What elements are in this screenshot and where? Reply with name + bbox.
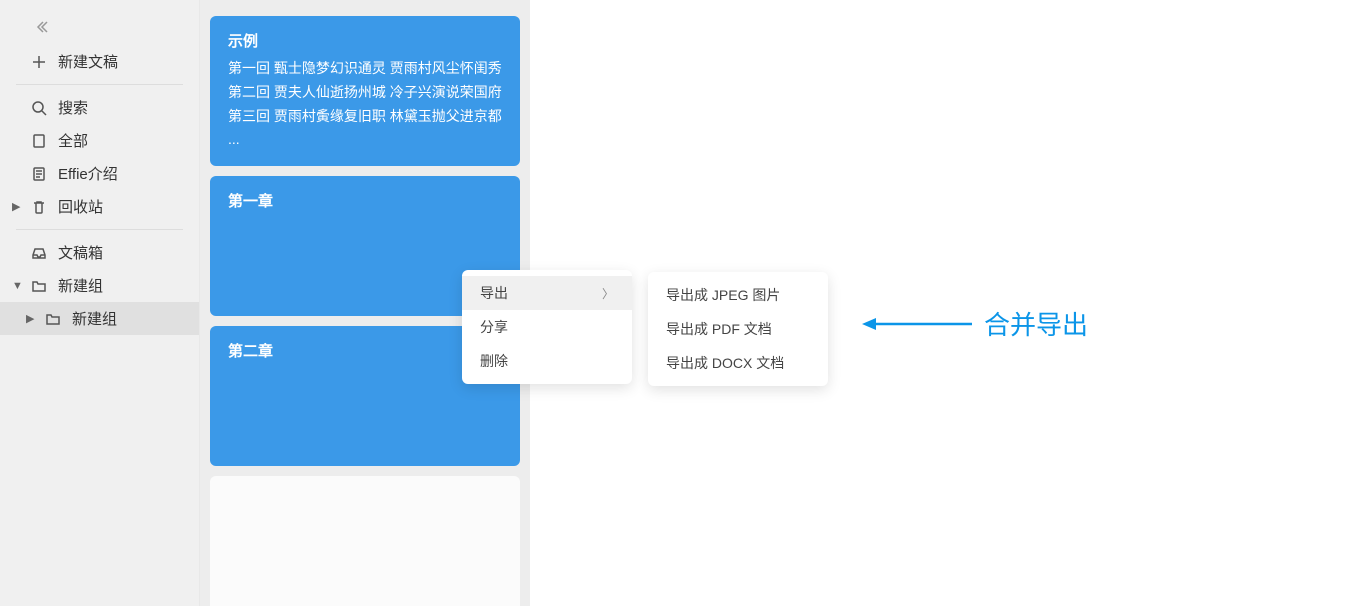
all-label: 全部 <box>58 130 88 151</box>
collapse-sidebar-icon[interactable] <box>0 20 199 45</box>
sidebar: 新建文稿 搜索 全部 Effie介绍 ▶ 回收站 文稿箱 ▼ 新建组 <box>0 0 200 606</box>
share-label: 分享 <box>480 317 508 337</box>
export-pdf-label: 导出成 PDF 文档 <box>666 319 772 339</box>
inbox-icon <box>30 244 48 262</box>
note-title: 示例 <box>228 30 502 51</box>
note-preview: 第一回 甄士隐梦幻识通灵 贾雨村风尘怀闺秀 第二回 贾夫人仙逝扬州城 冷子兴演说… <box>228 57 502 152</box>
trash-icon <box>30 198 48 216</box>
divider <box>16 84 183 85</box>
divider <box>16 229 183 230</box>
arrow-left-icon <box>862 314 972 334</box>
group-button[interactable]: ▼ 新建组 <box>0 269 199 302</box>
delete-label: 删除 <box>480 351 508 371</box>
subgroup-label: 新建组 <box>72 308 117 329</box>
export-label: 导出 <box>480 283 508 303</box>
group-label: 新建组 <box>58 275 103 296</box>
intro-label: Effie介绍 <box>58 163 118 184</box>
annotation: 合并导出 <box>862 305 1088 342</box>
note-card[interactable]: 示例 第一回 甄士隐梦幻识通灵 贾雨村风尘怀闺秀 第二回 贾夫人仙逝扬州城 冷子… <box>210 16 520 166</box>
export-jpeg-label: 导出成 JPEG 图片 <box>666 285 780 305</box>
export-docx-item[interactable]: 导出成 DOCX 文档 <box>648 346 828 380</box>
new-doc-button[interactable]: 新建文稿 <box>0 45 199 78</box>
new-doc-label: 新建文稿 <box>58 51 118 72</box>
inbox-label: 文稿箱 <box>58 242 103 263</box>
document-icon <box>30 132 48 150</box>
plus-icon <box>30 53 48 71</box>
annotation-text: 合并导出 <box>984 305 1088 342</box>
export-jpeg-item[interactable]: 导出成 JPEG 图片 <box>648 278 828 312</box>
subgroup-button[interactable]: ▶ 新建组 <box>0 302 199 335</box>
context-menu: 导出 〉 分享 删除 <box>462 270 632 384</box>
export-menu-item[interactable]: 导出 〉 <box>462 276 632 310</box>
page-icon <box>30 165 48 183</box>
inbox-button[interactable]: 文稿箱 <box>0 236 199 269</box>
trash-button[interactable]: ▶ 回收站 <box>0 190 199 223</box>
export-pdf-item[interactable]: 导出成 PDF 文档 <box>648 312 828 346</box>
chevron-right-icon: 〉 <box>602 285 614 302</box>
note-title: 第一章 <box>228 190 502 211</box>
export-docx-label: 导出成 DOCX 文档 <box>666 353 784 373</box>
search-label: 搜索 <box>58 97 88 118</box>
folder-icon <box>44 310 62 328</box>
chevron-down-icon: ▼ <box>12 280 23 292</box>
chevron-right-icon: ▶ <box>26 312 34 325</box>
search-icon <box>30 99 48 117</box>
share-menu-item[interactable]: 分享 <box>462 310 632 344</box>
note-card[interactable] <box>210 476 520 606</box>
delete-menu-item[interactable]: 删除 <box>462 344 632 378</box>
note-title: 第二章 <box>228 340 502 361</box>
chevron-right-icon: ▶ <box>12 200 20 213</box>
export-submenu: 导出成 JPEG 图片 导出成 PDF 文档 导出成 DOCX 文档 <box>648 272 828 386</box>
all-docs-button[interactable]: 全部 <box>0 124 199 157</box>
search-button[interactable]: 搜索 <box>0 91 199 124</box>
folder-icon <box>30 277 48 295</box>
trash-label: 回收站 <box>58 196 103 217</box>
intro-button[interactable]: Effie介绍 <box>0 157 199 190</box>
